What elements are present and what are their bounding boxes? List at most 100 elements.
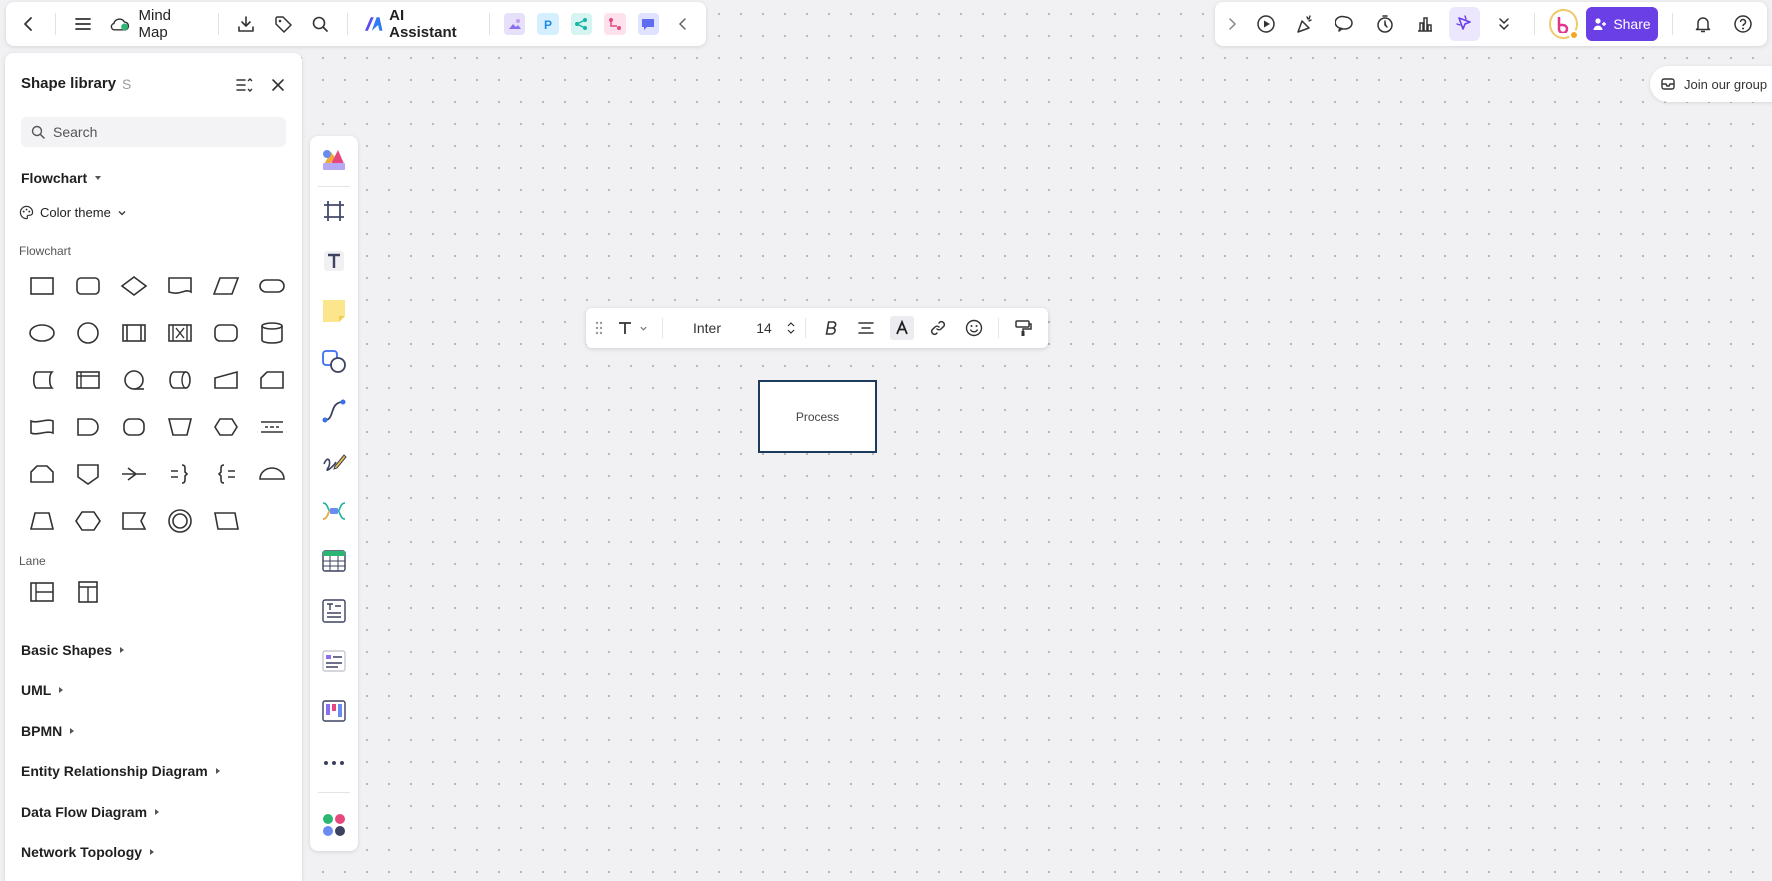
manual-operation-shape[interactable] [157,403,203,450]
text-style-dropdown[interactable] [610,313,654,343]
punched-tape-shape[interactable] [19,403,65,450]
rounded-box-shape[interactable] [111,403,157,450]
delay-shape[interactable] [65,403,111,450]
horizontal-lane-shape[interactable] [19,568,65,615]
card-list-icon[interactable] [317,644,351,678]
document-title[interactable]: Mind Map [103,7,208,41]
merge-arrow-shape[interactable] [111,450,157,497]
display-shape[interactable] [203,309,249,356]
manual-input-shape[interactable] [203,356,249,403]
apps-icon[interactable] [317,808,351,842]
format-painter-icon[interactable] [1007,313,1039,343]
database-shape[interactable] [249,309,295,356]
library-section-uml[interactable]: UML [21,682,64,698]
align-center-icon[interactable] [850,313,882,343]
library-section-network-topology[interactable]: Network Topology [21,844,155,860]
font-size-stepper[interactable] [785,313,797,343]
decision-shape[interactable] [111,262,157,309]
tag-shape[interactable] [111,497,157,544]
color-theme-dropdown[interactable]: Color theme [19,205,127,220]
vertical-lane-shape[interactable] [65,568,111,615]
templates-icon[interactable] [317,142,351,176]
chat-plugin-icon[interactable] [637,13,659,35]
close-icon[interactable] [261,68,295,102]
ellipse-shape[interactable] [19,309,65,356]
sequential-data-shape[interactable] [111,356,157,403]
image-gen-plugin-icon[interactable] [503,13,526,35]
expand-toolbar-icon[interactable] [1223,7,1242,41]
hexagon-shape[interactable] [65,497,111,544]
process-label[interactable]: Process [796,410,839,424]
comment-icon[interactable] [1329,7,1361,41]
skew-rect-shape[interactable] [203,497,249,544]
process-shape-on-canvas[interactable]: Process [758,380,877,453]
text-tool-icon[interactable] [317,244,351,278]
menu-icon[interactable] [66,7,99,41]
ai-assistant-button[interactable]: AI Assistant [358,7,479,41]
frame-icon[interactable] [317,194,351,228]
link-icon[interactable] [922,313,954,343]
brace-right-shape[interactable] [157,450,203,497]
download-icon[interactable] [229,7,262,41]
off-page-connector-shape[interactable] [65,450,111,497]
drag-handle-icon[interactable] [592,313,606,343]
half-circle-shape[interactable] [249,450,295,497]
vote-chart-icon[interactable] [1409,7,1441,41]
loop-limit-shape[interactable] [19,450,65,497]
parallel-mode-shape[interactable] [157,309,203,356]
predefined-process-shape[interactable] [111,309,157,356]
data-shape[interactable] [203,262,249,309]
timer-icon[interactable] [1369,7,1401,41]
alternate-process-shape[interactable] [65,262,111,309]
double-circle-shape[interactable] [157,497,203,544]
tag-icon[interactable] [267,7,300,41]
direct-data-shape[interactable] [157,356,203,403]
laser-pointer-icon[interactable] [1448,7,1481,41]
annotation-lines-shape[interactable] [249,403,295,450]
emoji-icon[interactable] [958,313,990,343]
search-input[interactable]: Search [21,117,286,147]
help-icon[interactable] [1727,7,1759,41]
library-selector[interactable]: Flowchart [21,170,102,186]
kanban-icon[interactable] [317,694,351,728]
process-shape[interactable] [19,262,65,309]
library-section-data-flow[interactable]: Data Flow Diagram [21,804,160,820]
celebrate-icon[interactable] [1290,7,1322,41]
more-tools-icon[interactable] [317,746,351,780]
text-document-icon[interactable] [317,594,351,628]
library-section-bpmn[interactable]: BPMN [21,723,75,739]
internal-storage-shape[interactable] [65,356,111,403]
connector-shape[interactable] [65,309,111,356]
preparation-shape[interactable] [203,403,249,450]
trapezoid-shape[interactable] [19,497,65,544]
library-section-er-diagram[interactable]: Entity Relationship Diagram [21,763,220,779]
sticky-note-icon[interactable] [317,294,351,328]
card-shape[interactable] [249,356,295,403]
share-button[interactable]: Share [1585,7,1659,41]
bold-icon[interactable] [814,313,846,343]
join-group-button[interactable]: Join our group [1650,66,1772,102]
table-icon[interactable] [317,544,351,578]
mindmap-plugin-icon[interactable] [570,13,593,35]
shapes-tool-icon[interactable] [317,344,351,378]
more-chevrons-icon[interactable] [1488,7,1520,41]
presentation-plugin-icon[interactable]: P [537,13,559,35]
connector-line-icon[interactable] [317,394,351,428]
back-icon[interactable] [12,7,45,41]
avatar[interactable] [1549,9,1579,40]
collapse-toolbar-icon[interactable] [667,7,700,41]
notification-bell-icon[interactable] [1687,7,1719,41]
mind-map-tool-icon[interactable] [317,494,351,528]
brace-left-shape[interactable] [203,450,249,497]
document-shape[interactable] [157,262,203,309]
library-section-basic-shapes[interactable]: Basic Shapes [21,642,125,658]
font-size-input[interactable]: 14 [747,313,781,343]
text-color-icon[interactable] [886,313,918,343]
pen-draw-icon[interactable] [317,444,351,478]
terminator-shape[interactable] [249,262,295,309]
font-family-select[interactable]: Inter [671,313,743,343]
manage-library-icon[interactable] [227,68,261,102]
flow-plugin-icon[interactable] [604,13,626,35]
search-icon[interactable] [304,7,337,41]
stored-data-shape[interactable] [19,356,65,403]
